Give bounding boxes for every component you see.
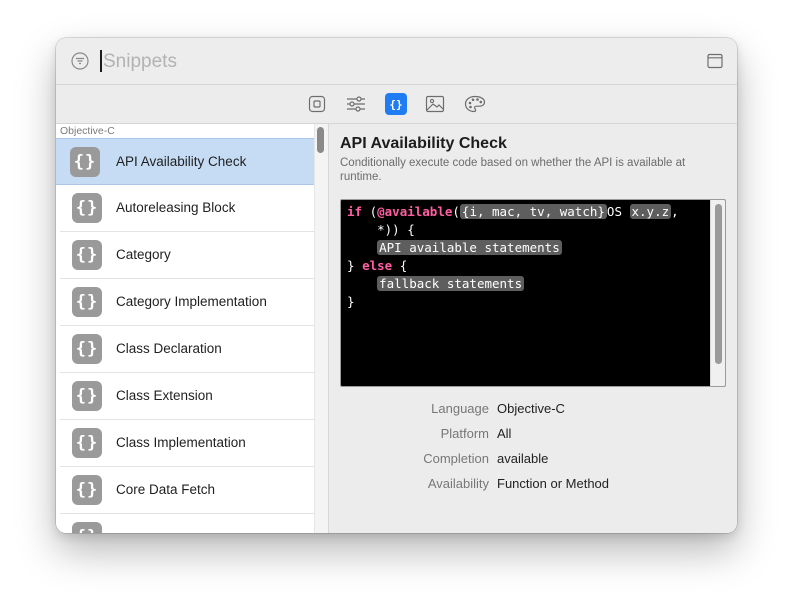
placeholder-fallback-statements[interactable]: fallback statements (377, 276, 525, 291)
list-item-label: Category Implementation (116, 294, 267, 309)
code-line-2: *)) { (347, 222, 415, 237)
palette-icon (464, 95, 486, 113)
braces-icon: {} (72, 428, 102, 458)
list-item-label: Class Implementation (116, 435, 246, 450)
property-key: Completion (423, 451, 489, 466)
list-item-label: Core Data Fetch (116, 482, 216, 497)
braces-icon: {} (389, 98, 402, 111)
list-item[interactable]: {} Autoreleasing Block (60, 185, 314, 232)
placeholder-version[interactable]: x.y.z (629, 204, 672, 219)
code-comma: , (671, 204, 679, 219)
property-value: Objective-C (497, 401, 565, 416)
property-value: All (497, 426, 512, 441)
list-item[interactable]: {} (60, 514, 314, 533)
image-icon (425, 95, 445, 113)
snippet-properties: Language Objective-C Platform All Comple… (329, 401, 737, 501)
braces-icon: {} (70, 147, 100, 177)
code-os: OS (606, 204, 630, 219)
property-row: Completion available (329, 451, 737, 476)
snippet-list: Objective-C {} API Availability Check {}… (56, 124, 329, 533)
svg-text:{}: {} (389, 98, 402, 111)
braces-icon: {} (72, 334, 102, 364)
tab-views[interactable] (306, 93, 328, 115)
keyword-if: if (347, 204, 363, 219)
property-key: Platform (440, 426, 489, 441)
snippet-detail: API Availability Check Conditionally exe… (329, 124, 737, 533)
list-item[interactable]: {} Class Implementation (60, 420, 314, 467)
list-item-label: Category (116, 247, 171, 262)
search-input[interactable] (101, 47, 665, 77)
placeholder-platform[interactable]: {i, mac, tv, watch} (459, 204, 607, 219)
property-key: Language (431, 401, 489, 416)
code-brace: { (392, 258, 408, 273)
property-row: Availability Function or Method (329, 476, 737, 501)
snippet-rows: {} API Availability Check {} Autoreleasi… (56, 138, 314, 533)
snippet-description: Conditionally execute code based on whet… (340, 157, 686, 183)
code-paren: ( (452, 204, 460, 219)
property-value: available (497, 451, 549, 466)
placeholder-available-statements[interactable]: API available statements (377, 240, 562, 255)
list-item[interactable]: {} Core Data Fetch (60, 467, 314, 514)
window-mode-icon[interactable] (707, 53, 723, 69)
snippets-window: {} Objective-C {} AP (56, 38, 737, 533)
list-item-label: Autoreleasing Block (116, 200, 236, 215)
code-brace: } (347, 258, 363, 273)
list-item[interactable]: {} Class Extension (60, 373, 314, 420)
tab-media[interactable] (424, 93, 446, 115)
list-item[interactable]: {} Category (60, 232, 314, 279)
snippet-title: API Availability Check (340, 135, 507, 152)
list-item-label: Class Declaration (116, 341, 222, 356)
sliders-icon (347, 96, 365, 112)
library-toolbar: {} (56, 85, 737, 124)
property-row: Platform All (329, 426, 737, 451)
property-value: Function or Method (497, 476, 610, 491)
list-item-label: Class Extension (116, 388, 213, 403)
tab-modifiers[interactable] (345, 93, 367, 115)
tab-snippets[interactable]: {} (385, 93, 407, 115)
code-paren: ( (362, 204, 378, 219)
filter-icon[interactable] (71, 52, 89, 70)
braces-icon: {} (72, 381, 102, 411)
property-key: Availability (427, 476, 489, 491)
braces-icon: {} (72, 193, 102, 223)
list-item[interactable]: {} Category Implementation (60, 279, 314, 326)
code-scrollbar-thumb[interactable] (715, 204, 722, 364)
braces-icon: {} (72, 287, 102, 317)
list-item-label: API Availability Check (116, 154, 247, 169)
keyword-available: @available (377, 204, 453, 219)
code-brace: } (347, 294, 355, 309)
braces-icon: {} (72, 522, 102, 533)
code-text: if (@available({i, mac, tv, watch} OS x.y… (347, 203, 679, 311)
square-icon (308, 95, 326, 113)
list-scrollbar[interactable] (314, 124, 328, 533)
property-row: Language Objective-C (329, 401, 737, 426)
list-item[interactable]: {} Class Declaration (60, 326, 314, 373)
list-scrollbar-thumb[interactable] (317, 127, 324, 153)
braces-icon: {} (72, 475, 102, 505)
list-item[interactable]: {} API Availability Check (56, 138, 314, 185)
keyword-else: else (362, 258, 393, 273)
group-header: Objective-C (60, 125, 115, 137)
braces-icon: {} (72, 240, 102, 270)
search-bar (56, 38, 737, 85)
tab-colors[interactable] (464, 93, 486, 115)
code-preview[interactable]: if (@available({i, mac, tv, watch} OS x.y… (340, 199, 726, 387)
